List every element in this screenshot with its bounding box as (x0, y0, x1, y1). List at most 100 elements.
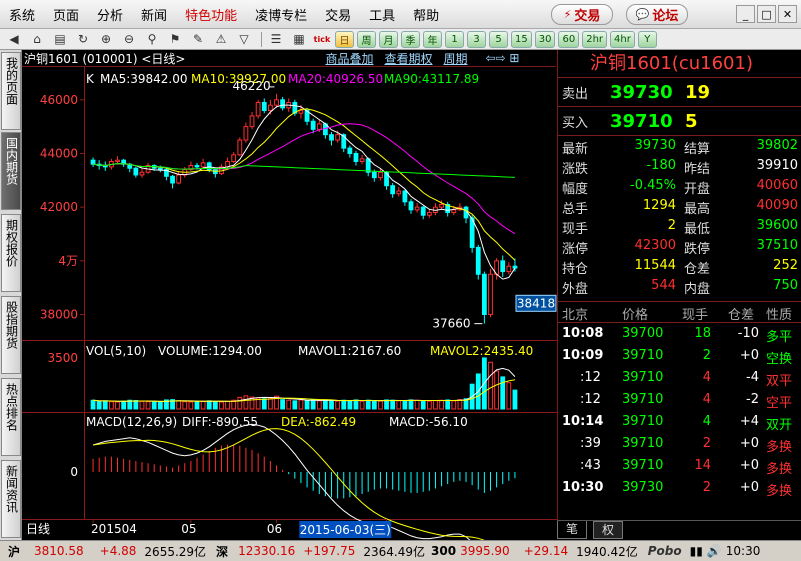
overlay-commodity-link[interactable]: 商品叠加 (325, 50, 373, 67)
ask-row[interactable]: 卖出 39730 19 (558, 78, 801, 107)
volume-bar[interactable] (261, 398, 267, 410)
candle-body[interactable] (439, 203, 444, 208)
volume-bar[interactable] (402, 400, 408, 410)
period-button-1[interactable]: 周 (357, 30, 376, 48)
tab-rights[interactable]: 权 (593, 521, 623, 539)
candle-body[interactable] (231, 154, 237, 163)
volume-bar[interactable] (378, 400, 383, 410)
period-button-0[interactable]: 日 (335, 30, 354, 48)
volume-bar[interactable] (243, 395, 249, 410)
volume-bar[interactable] (109, 401, 114, 410)
sidebar-tab-5[interactable]: 新闻资讯 (1, 460, 21, 538)
draw-icon[interactable]: ✎ (188, 31, 208, 48)
menu-item-8[interactable]: 帮助 (404, 5, 448, 24)
volume-bar[interactable] (194, 400, 200, 410)
view-options-link[interactable]: 查看期权 (384, 50, 432, 67)
menu-item-3[interactable]: 新闻 (132, 5, 176, 24)
candle-body[interactable] (274, 99, 279, 106)
volume-bar[interactable] (292, 400, 298, 410)
filter-icon[interactable]: ▽ (234, 31, 254, 48)
candle-body[interactable] (243, 126, 249, 141)
candle-body[interactable] (371, 171, 377, 179)
sidebar-tab-2[interactable]: 期权报价 (1, 214, 21, 292)
period-button-8[interactable]: 15 (511, 30, 532, 48)
period-link[interactable]: 周期 (443, 50, 467, 67)
candle-body[interactable] (396, 190, 402, 195)
volume-bar[interactable] (237, 396, 243, 410)
volume-bar[interactable] (451, 400, 457, 410)
candle-body[interactable] (255, 101, 261, 117)
period-button-7[interactable]: 5 (489, 30, 508, 48)
candle-body[interactable] (90, 159, 96, 165)
volume-bar[interactable] (408, 399, 414, 410)
volume-bar[interactable] (188, 401, 194, 410)
chart-icon[interactable]: ▤ (50, 31, 70, 48)
candle-body[interactable] (200, 162, 206, 168)
sidebar-tab-1[interactable]: 国内期货 (1, 132, 21, 210)
volume-bar[interactable] (494, 370, 499, 410)
period-button-13[interactable]: Y (637, 30, 657, 48)
candle-body[interactable] (249, 115, 255, 128)
period-button-6[interactable]: 3 (467, 30, 486, 48)
period-button-2[interactable]: 月 (379, 30, 398, 48)
volume-bar[interactable] (365, 399, 371, 410)
sidebar-tab-3[interactable]: 股指期货 (1, 296, 21, 374)
volume-bar[interactable] (310, 399, 316, 410)
candle-body[interactable] (280, 99, 285, 109)
home-icon[interactable]: ⌂ (27, 31, 47, 48)
menu-item-0[interactable]: 系统 (0, 5, 44, 24)
volume-bar[interactable] (506, 382, 512, 410)
volume-bar[interactable] (439, 399, 444, 410)
chart-area[interactable]: K MA5:39842.00 MA10:39927.00 MA20:40926.50 M… (22, 67, 557, 540)
candle-body[interactable] (506, 265, 512, 273)
period-button-3[interactable]: 季 (401, 30, 420, 48)
candle-body[interactable] (359, 158, 365, 163)
volume-bar[interactable] (335, 400, 341, 410)
volume-bar[interactable] (121, 400, 127, 410)
candle-body[interactable] (133, 167, 139, 176)
candle-body[interactable] (310, 120, 316, 130)
speaker-icon[interactable]: 🔊 (707, 544, 722, 558)
volume-bar[interactable] (433, 400, 438, 410)
trade-button[interactable]: ⚡ 交易 (551, 4, 613, 25)
candle-body[interactable] (298, 110, 304, 114)
alert-icon[interactable]: ⚠ (211, 31, 231, 48)
refresh-icon[interactable]: ↻ (73, 31, 93, 48)
volume-bar[interactable] (512, 389, 518, 410)
volume-bar[interactable] (488, 361, 493, 410)
volume-bar[interactable] (212, 401, 218, 410)
candle-body[interactable] (414, 206, 420, 211)
candle-body[interactable] (481, 273, 487, 316)
candle-body[interactable] (267, 104, 273, 112)
candle-body[interactable] (115, 159, 120, 163)
volume-bar[interactable] (420, 400, 426, 410)
candle-body[interactable] (408, 201, 414, 211)
volume-bar[interactable] (206, 400, 212, 410)
volume-bar[interactable] (90, 399, 96, 410)
menu-item-4[interactable]: 特色功能 (176, 5, 246, 24)
sidebar-tab-0[interactable]: 我的页面 (1, 52, 21, 130)
period-button-4[interactable]: 年 (423, 30, 442, 48)
zoom-out-icon[interactable]: ⊖ (119, 31, 139, 48)
volume-bar[interactable] (115, 401, 120, 410)
volume-bar[interactable] (157, 401, 163, 410)
volume-bar[interactable] (298, 399, 304, 410)
volume-bar[interactable] (102, 400, 108, 410)
volume-bar[interactable] (176, 400, 182, 410)
volume-bar[interactable] (151, 401, 157, 410)
volume-bar[interactable] (96, 400, 102, 410)
candle-body[interactable] (329, 134, 334, 141)
candle-body[interactable] (176, 174, 182, 184)
candle-body[interactable] (237, 139, 243, 156)
candle-body[interactable] (170, 175, 175, 184)
volume-bar[interactable] (390, 399, 396, 410)
candle-body[interactable] (353, 152, 359, 163)
back-icon[interactable]: ◀ (4, 31, 24, 48)
volume-bar[interactable] (200, 400, 206, 410)
bid-row[interactable]: 买入 39710 5 (558, 107, 801, 136)
volume-bar[interactable] (145, 401, 151, 410)
candle-body[interactable] (378, 171, 383, 179)
zoom-in-icon[interactable]: ⊕ (96, 31, 116, 48)
volume-bar[interactable] (182, 401, 188, 410)
candle-body[interactable] (390, 185, 396, 195)
